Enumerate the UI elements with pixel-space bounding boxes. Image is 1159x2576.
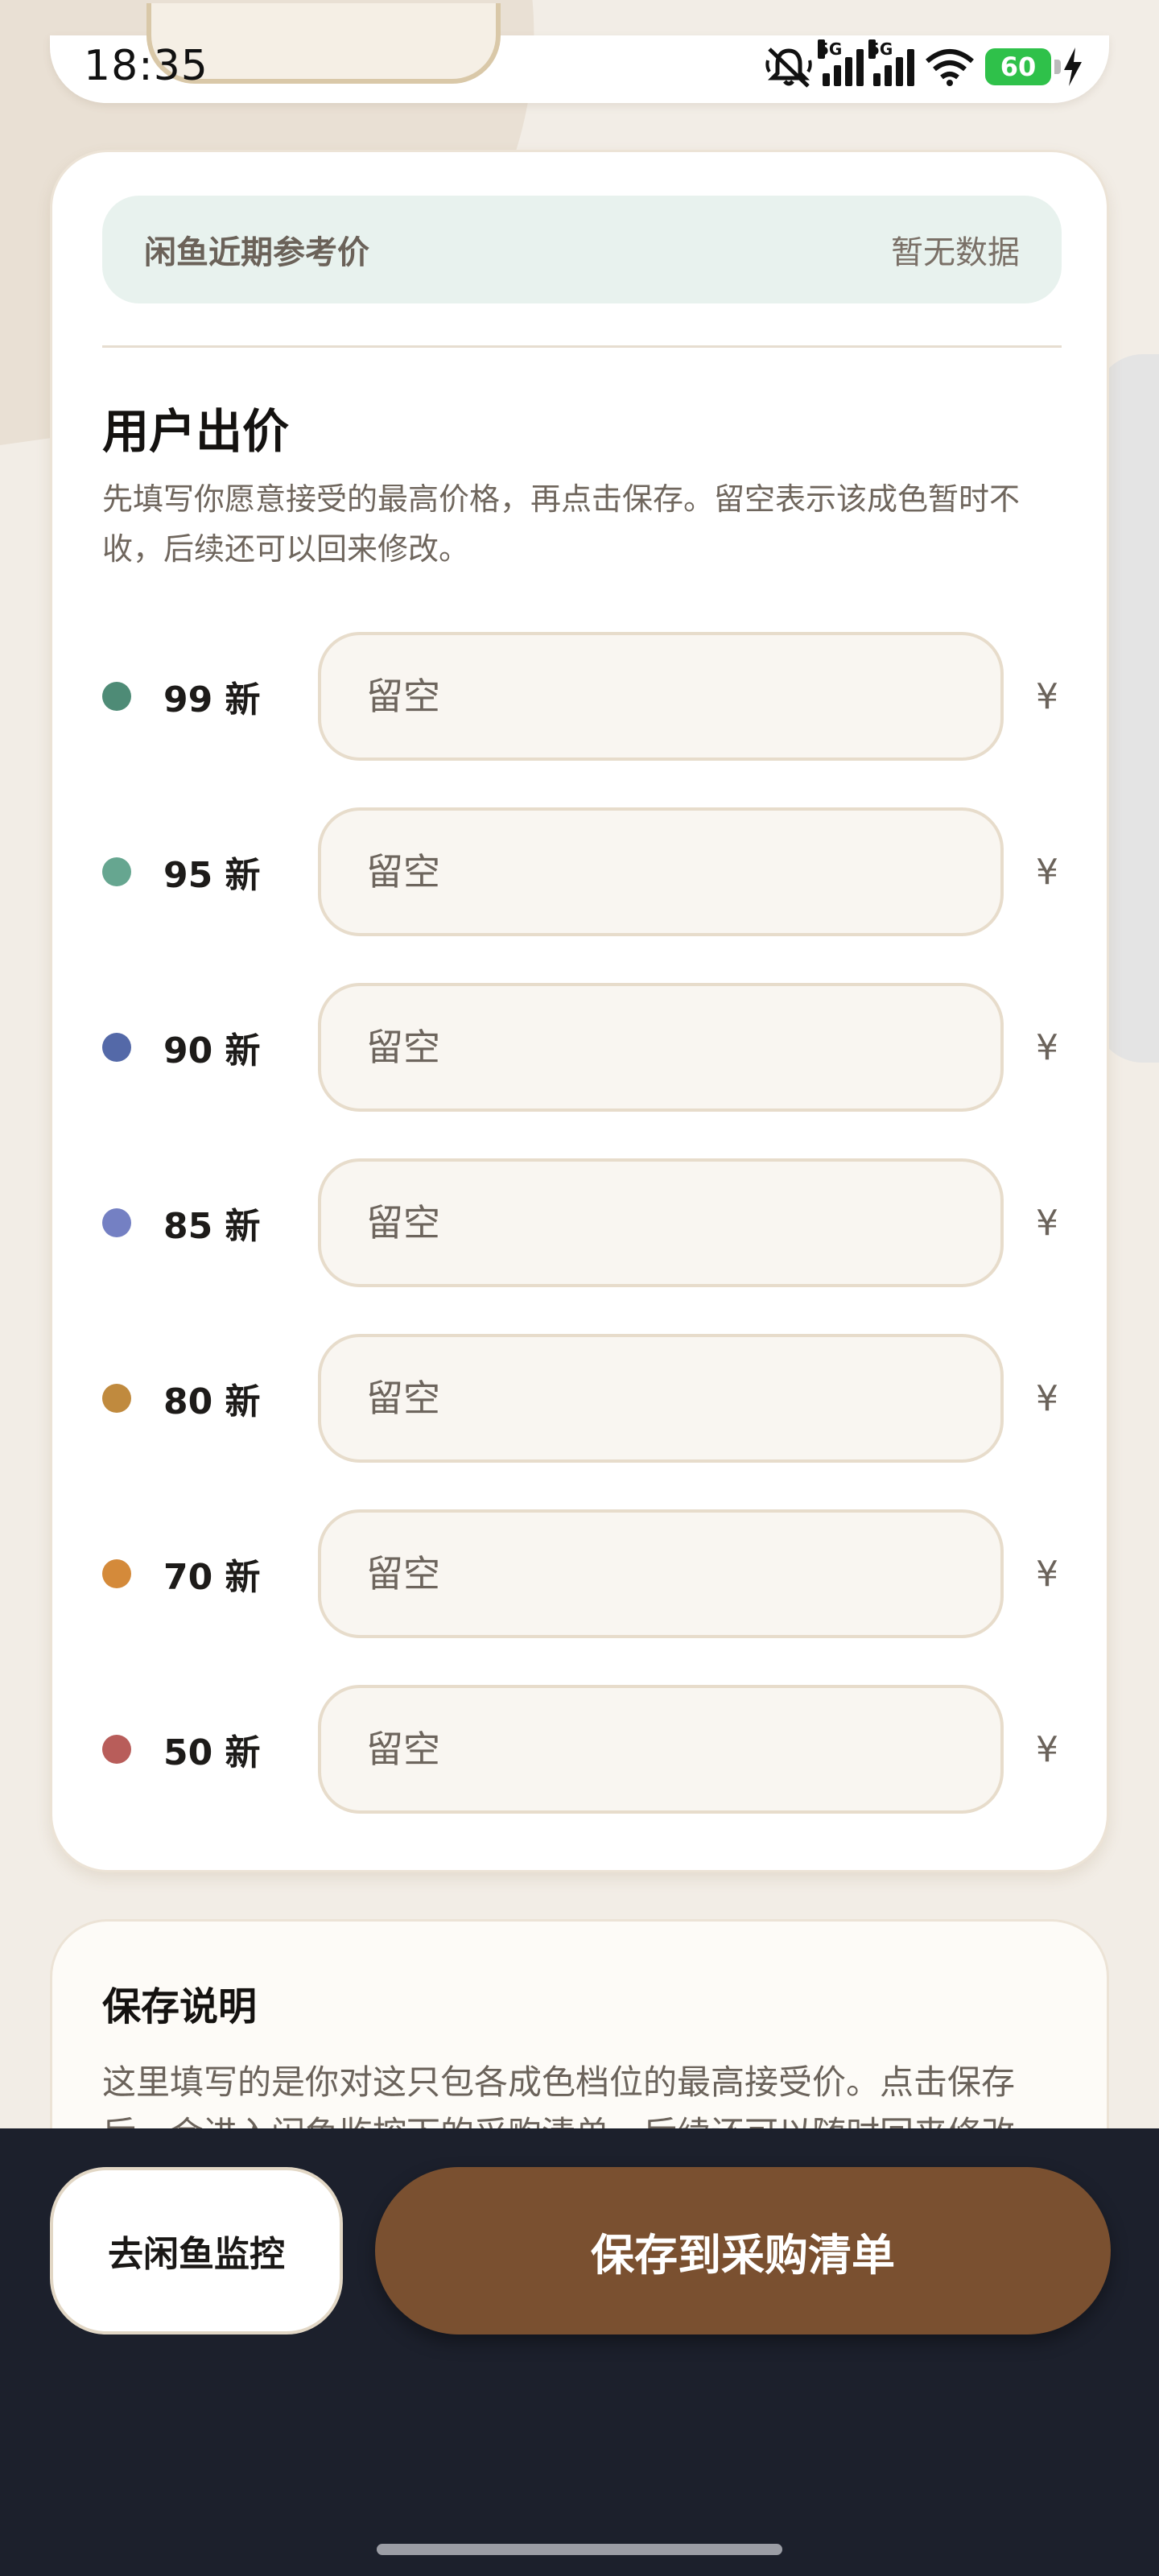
bid-row-99: 99 新 ¥ (102, 632, 1062, 761)
divider (102, 345, 1062, 348)
grade-color-dot (102, 857, 131, 886)
price-input-99[interactable] (318, 632, 1004, 761)
save-to-list-button[interactable]: 保存到采购清单 (375, 2167, 1111, 2334)
section-description: 先填写你愿意接受的最高价格，再点击保存。留空表示该成色暂时不收，后续还可以回来修… (102, 481, 1021, 567)
reference-price-value: 暂无数据 (891, 234, 1020, 271)
bid-row-70: 70 新 ¥ (102, 1509, 1062, 1638)
grade-color-dot (102, 1384, 131, 1413)
price-input-90[interactable] (318, 983, 1004, 1112)
grade-label: 90 新 (163, 1030, 261, 1071)
bid-card: 闲鱼近期参考价 暂无数据 用户出价 先填写你愿意接受的最高价格，再点击保存。留空… (50, 150, 1109, 1872)
charging-icon (1064, 47, 1082, 86)
grade-color-dot (102, 1033, 131, 1062)
currency-symbol: ¥ (1036, 1202, 1058, 1244)
grade-color-dot (102, 1208, 131, 1237)
grade-label: 50 新 (163, 1732, 261, 1773)
bid-row-80: 80 新 ¥ (102, 1334, 1062, 1463)
reference-price-label: 闲鱼近期参考价 (144, 234, 369, 271)
bottom-action-bar: 去闲鱼监控 保存到采购清单 (0, 2128, 1159, 2576)
status-icons: 5G 5G 60 (765, 39, 1085, 95)
grade-color-dot (102, 682, 131, 711)
bid-row-95: 95 新 ¥ (102, 807, 1062, 936)
grade-color-dot (102, 1735, 131, 1764)
grade-label: 95 新 (163, 855, 261, 896)
status-time: 18:35 (84, 42, 208, 90)
currency-symbol: ¥ (1036, 1728, 1058, 1770)
currency-symbol: ¥ (1036, 675, 1058, 717)
status-bar: 18:35 5G 5G 60 (50, 3, 1109, 103)
go-monitor-button[interactable]: 去闲鱼监控 (50, 2167, 343, 2334)
price-input-95[interactable] (318, 807, 1004, 936)
signal-icon-2: 5G (868, 39, 914, 86)
grade-label: 85 新 (163, 1206, 261, 1247)
signal-icon: 5G (818, 39, 864, 86)
currency-symbol: ¥ (1036, 1377, 1058, 1419)
currency-symbol: ¥ (1036, 1026, 1058, 1068)
battery-icon: 60 (985, 48, 1061, 85)
home-indicator[interactable] (377, 2544, 782, 2555)
grade-label: 80 新 (163, 1381, 261, 1422)
price-input-85[interactable] (318, 1158, 1004, 1287)
grade-label: 99 新 (163, 679, 261, 720)
wifi-icon (926, 49, 974, 86)
save-info-title: 保存说明 (102, 1984, 258, 2029)
price-input-50[interactable] (318, 1685, 1004, 1814)
currency-symbol: ¥ (1036, 1553, 1058, 1595)
section-title: 用户出价 (102, 404, 290, 459)
mute-icon (765, 47, 812, 88)
grade-color-dot (102, 1559, 131, 1588)
grade-label: 70 新 (163, 1557, 261, 1598)
price-input-70[interactable] (318, 1509, 1004, 1638)
bid-row-90: 90 新 ¥ (102, 983, 1062, 1112)
currency-symbol: ¥ (1036, 851, 1058, 893)
reference-price-banner: 闲鱼近期参考价 暂无数据 (102, 196, 1062, 303)
price-input-80[interactable] (318, 1334, 1004, 1463)
bid-row-85: 85 新 ¥ (102, 1158, 1062, 1287)
bid-row-50: 50 新 ¥ (102, 1685, 1062, 1814)
